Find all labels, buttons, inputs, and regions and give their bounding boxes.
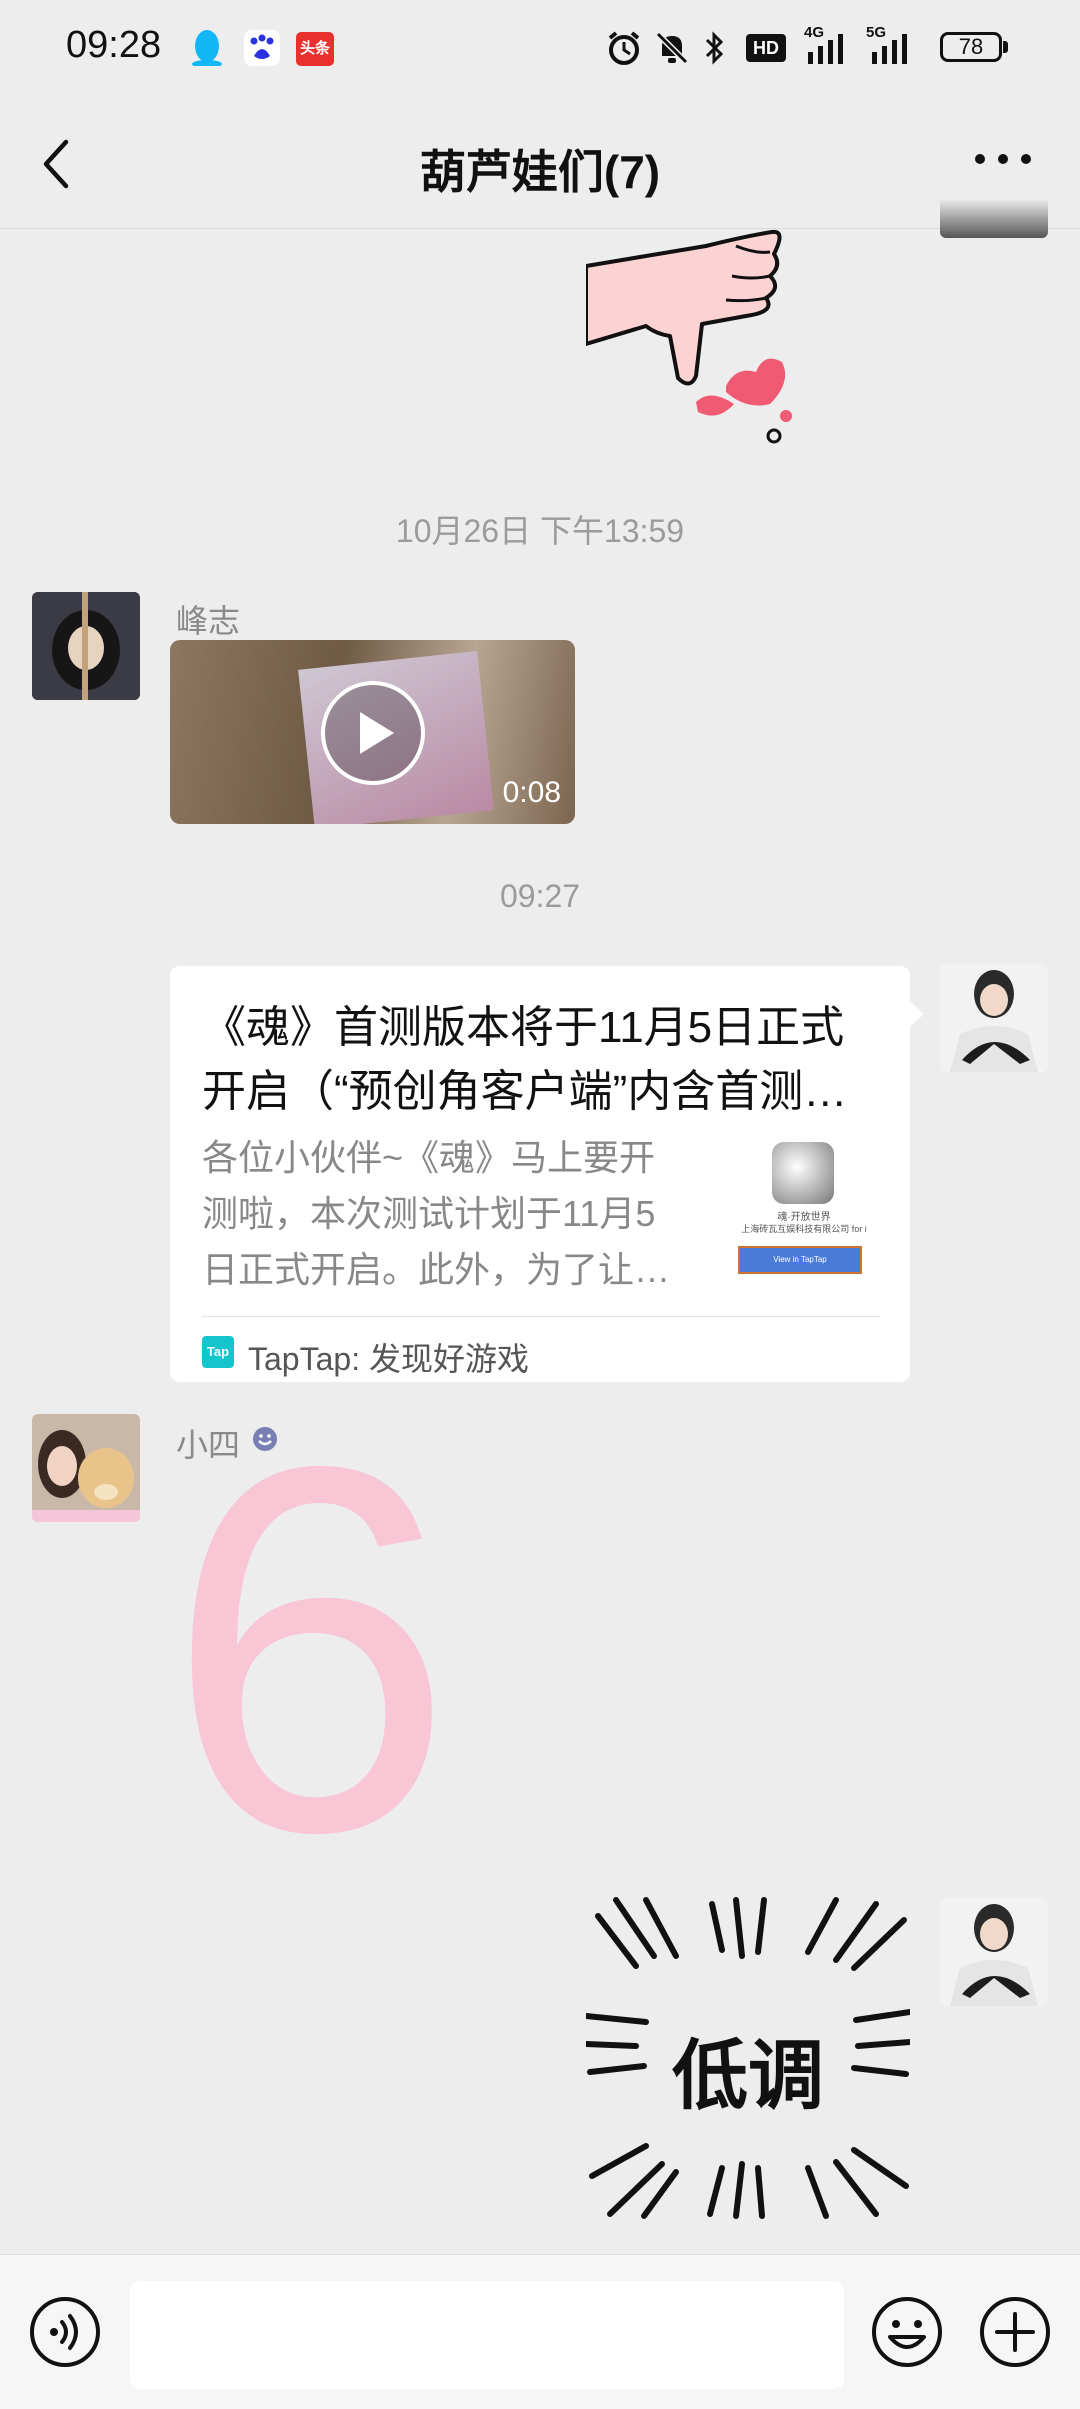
lowkey-sticker[interactable]: 低调 xyxy=(583,1896,913,2220)
game-logo xyxy=(772,1142,834,1204)
chat-header: 葫芦娃们(7) xyxy=(0,96,1080,228)
message-input[interactable] xyxy=(130,2281,844,2389)
voice-icon[interactable] xyxy=(28,2295,102,2369)
status-time: 09:28 xyxy=(66,24,162,66)
avatar-image xyxy=(940,1898,1048,2006)
hd-icon: HD xyxy=(746,34,786,62)
header-divider xyxy=(0,228,1080,229)
link-thumbnail: 魂·开放世界 上海砖瓦互娱科技有限公司 for i View in TapTap xyxy=(730,1142,878,1278)
big-six-sticker[interactable]: 6 xyxy=(160,1390,460,1910)
bubble-tail xyxy=(908,1000,924,1028)
link-card[interactable]: 《魂》首测版本将于11月5日正式 开启（“预创角客户端”内含首测… 各位小伙伴~… xyxy=(170,966,910,1382)
timestamp: 10月26日 下午13:59 xyxy=(395,513,685,549)
qq-icon xyxy=(192,30,222,66)
play-icon[interactable] xyxy=(318,678,428,788)
alarm-icon xyxy=(608,31,640,65)
battery-icon: 78 xyxy=(940,32,1002,62)
plus-icon[interactable] xyxy=(978,2295,1052,2369)
emoji-icon[interactable] xyxy=(870,2295,944,2369)
toutiao-icon: 头条 xyxy=(296,32,334,66)
thumb-button: View in TapTap xyxy=(738,1246,862,1274)
sender-name: 峰志 xyxy=(176,603,241,639)
link-description: 各位小伙伴~《魂》马上要开 测啦，本次测试计划于11月5 日正式开启。此外，为了… xyxy=(202,1130,702,1298)
avatar-xiaosi[interactable] xyxy=(32,1414,140,1522)
link-title: 《魂》首测版本将于11月5日正式 开启（“预创角客户端”内含首测… xyxy=(202,996,882,1124)
avatar-image xyxy=(32,1414,140,1522)
baidu-icon xyxy=(244,30,280,66)
card-divider xyxy=(202,1316,880,1317)
signal-icon-1 xyxy=(808,34,843,64)
thumb-text: 魂·开放世界 xyxy=(777,1212,831,1223)
thumbs-down-sticker[interactable] xyxy=(586,226,806,446)
link-desc-line: 日正式开启。此外，为了让… xyxy=(202,1249,671,1290)
sticker-text: 低调 xyxy=(672,2034,824,2119)
status-bar: 09:28 头条 HD 4G 5G 78 xyxy=(0,0,1080,96)
link-desc-line: 各位小伙伴~《魂》马上要开 xyxy=(202,1137,656,1178)
chat-title: 葫芦娃们(7) xyxy=(419,146,661,198)
video-message[interactable]: 0:08 xyxy=(170,640,575,824)
signal-icon-2 xyxy=(872,34,907,64)
link-desc-line: 测啦，本次测试计划于11月5 xyxy=(202,1193,656,1234)
mute-icon xyxy=(655,31,689,65)
link-title-line: 《魂》首测版本将于11月5日正式 xyxy=(202,1003,845,1052)
timestamp: 09:27 xyxy=(499,878,581,914)
avatar-image xyxy=(32,592,140,700)
bluetooth-icon xyxy=(705,31,724,65)
thumb-text: 上海砖瓦互娱科技有限公司 for i xyxy=(741,1224,867,1234)
self-avatar[interactable] xyxy=(940,964,1048,1072)
battery-tip xyxy=(1003,41,1008,53)
avatar-image xyxy=(940,964,1048,1072)
self-avatar-partial[interactable] xyxy=(940,200,1048,238)
video-duration: 0:08 xyxy=(502,776,561,809)
avatar-fengzhi[interactable] xyxy=(32,592,140,700)
input-bar xyxy=(0,2254,1080,2409)
back-icon[interactable] xyxy=(34,136,84,192)
self-avatar[interactable] xyxy=(940,1898,1048,2006)
more-icon[interactable] xyxy=(972,146,1034,172)
link-title-line: 开启（“预创角客户端”内含首测… xyxy=(202,1067,848,1116)
